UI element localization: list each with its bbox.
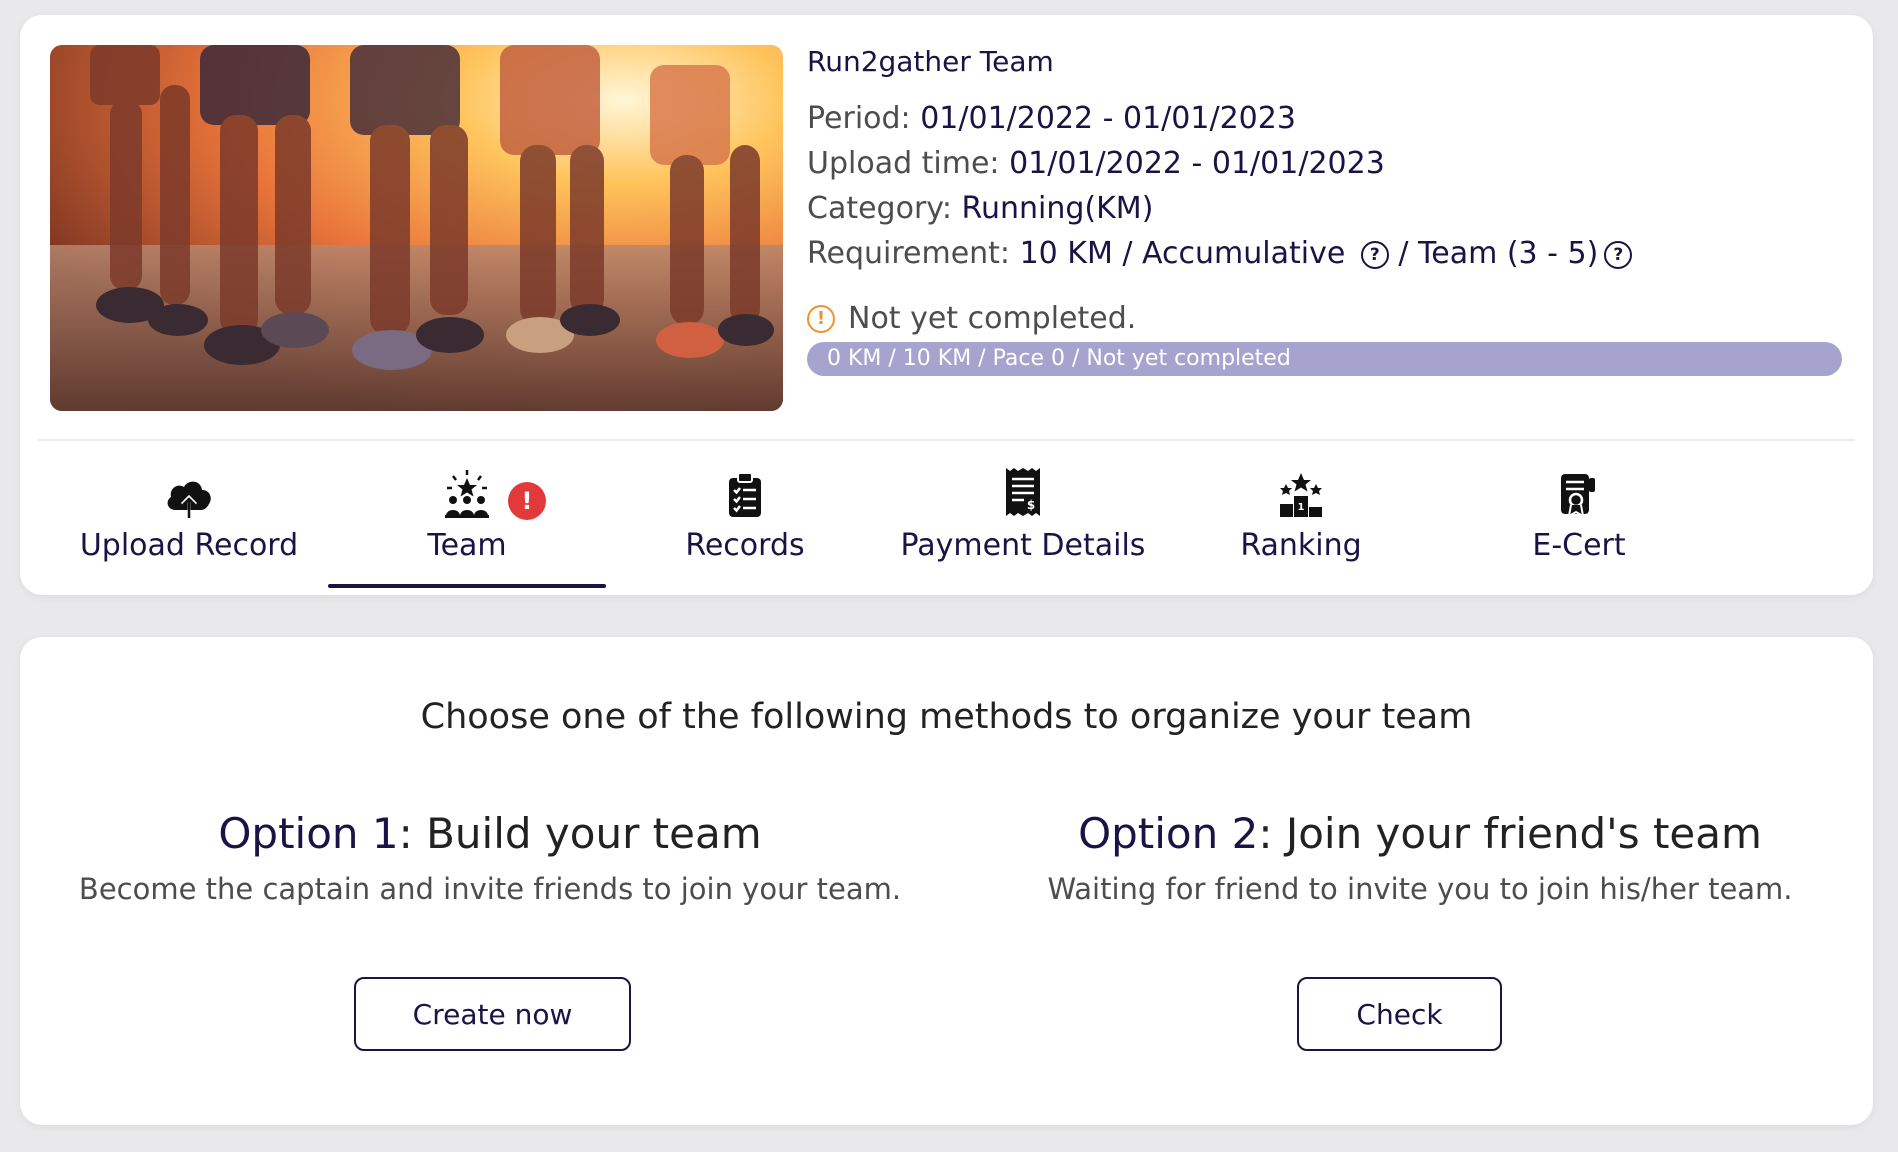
team-star-icon: [443, 460, 491, 518]
requirement-value: 10 KM / Accumulative: [1019, 236, 1346, 271]
option-1-number: Option 1: [218, 809, 399, 858]
tab-label: Team: [427, 528, 507, 563]
tab-e-cert[interactable]: E-Cert: [1440, 460, 1718, 590]
clipboard-checklist-icon: [727, 460, 763, 518]
upload-time-row: Upload time: 01/01/2022 - 01/01/2023: [807, 141, 1847, 186]
podium-icon: 1: [1278, 460, 1324, 518]
svg-text:$: $: [1027, 498, 1035, 512]
tab-label: Payment Details: [900, 528, 1146, 563]
event-tabs: Upload Record Team ! Records $ Payment D…: [50, 460, 1850, 590]
progress-bar: 0 KM / 10 KM / Pace 0 / Not yet complete…: [807, 342, 1842, 376]
option-1-title: Option 1: Build your team: [30, 809, 950, 858]
requirement-row: Requirement: 10 KM / Accumulative ? / Te…: [807, 231, 1847, 276]
organize-heading: Choose one of the following methods to o…: [420, 697, 1473, 737]
warning-circle-icon: !: [807, 304, 835, 333]
event-cover-image: [50, 45, 783, 411]
completion-status: ! Not yet completed.: [807, 301, 1847, 336]
tab-label: Upload Record: [79, 528, 299, 563]
requirement-label: Requirement:: [807, 236, 1020, 271]
team-size-help-icon[interactable]: ?: [1604, 241, 1633, 269]
team-size-value: / Team (3 - 5): [1388, 236, 1599, 271]
team-alert-badge: !: [508, 482, 546, 520]
tab-label: E-Cert: [1532, 528, 1626, 563]
option-build-team: Option 1: Build your team Become the cap…: [30, 809, 950, 906]
tab-label: Ranking: [1240, 528, 1362, 563]
tab-records[interactable]: Records: [606, 460, 884, 590]
option-1-heading: : Build your team: [398, 809, 762, 858]
tab-ranking[interactable]: 1 Ranking: [1162, 460, 1440, 590]
event-card: Run2gather Team Period: 01/01/2022 - 01/…: [20, 15, 1873, 595]
option-2-heading: : Join your friend's team: [1258, 809, 1762, 858]
option-2-number: Option 2: [1078, 809, 1259, 858]
category-row: Category: Running(KM): [807, 186, 1847, 231]
option-1-description: Become the captain and invite friends to…: [78, 872, 902, 906]
event-info: Run2gather Team Period: 01/01/2022 - 01/…: [807, 45, 1847, 376]
category-value: Running(KM): [961, 191, 1154, 226]
option-2-title: Option 2: Join your friend's team: [960, 809, 1880, 858]
tab-team[interactable]: Team !: [328, 460, 606, 590]
tab-upload-record[interactable]: Upload Record: [50, 460, 328, 590]
period-value: 01/01/2022 - 01/01/2023: [920, 101, 1296, 136]
option-2-description: Waiting for friend to invite you to join…: [1047, 872, 1793, 906]
cloud-upload-icon: [164, 460, 214, 518]
check-button[interactable]: Check: [1297, 977, 1502, 1051]
team-organize-card: Choose one of the following methods to o…: [20, 637, 1873, 1125]
period-row: Period: 01/01/2022 - 01/01/2023: [807, 96, 1847, 141]
accumulative-help-icon[interactable]: ?: [1360, 241, 1389, 269]
period-label: Period:: [807, 101, 921, 136]
tab-label: Records: [685, 528, 805, 563]
svg-text:1: 1: [1298, 502, 1305, 513]
divider: [38, 439, 1855, 441]
event-title: Run2gather Team: [807, 45, 1054, 78]
upload-time-value: 01/01/2022 - 01/01/2023: [1009, 146, 1385, 181]
option-join-team: Option 2: Join your friend's team Waitin…: [960, 809, 1880, 906]
create-now-button[interactable]: Create now: [354, 977, 631, 1051]
certificate-icon: [1559, 460, 1599, 518]
receipt-icon: $: [1004, 460, 1042, 518]
status-text: Not yet completed.: [848, 301, 1137, 336]
category-label: Category:: [807, 191, 962, 226]
upload-time-label: Upload time:: [807, 146, 1010, 181]
progress-text: 0 KM / 10 KM / Pace 0 / Not yet complete…: [827, 346, 1291, 371]
tab-payment-details[interactable]: $ Payment Details: [884, 460, 1162, 590]
